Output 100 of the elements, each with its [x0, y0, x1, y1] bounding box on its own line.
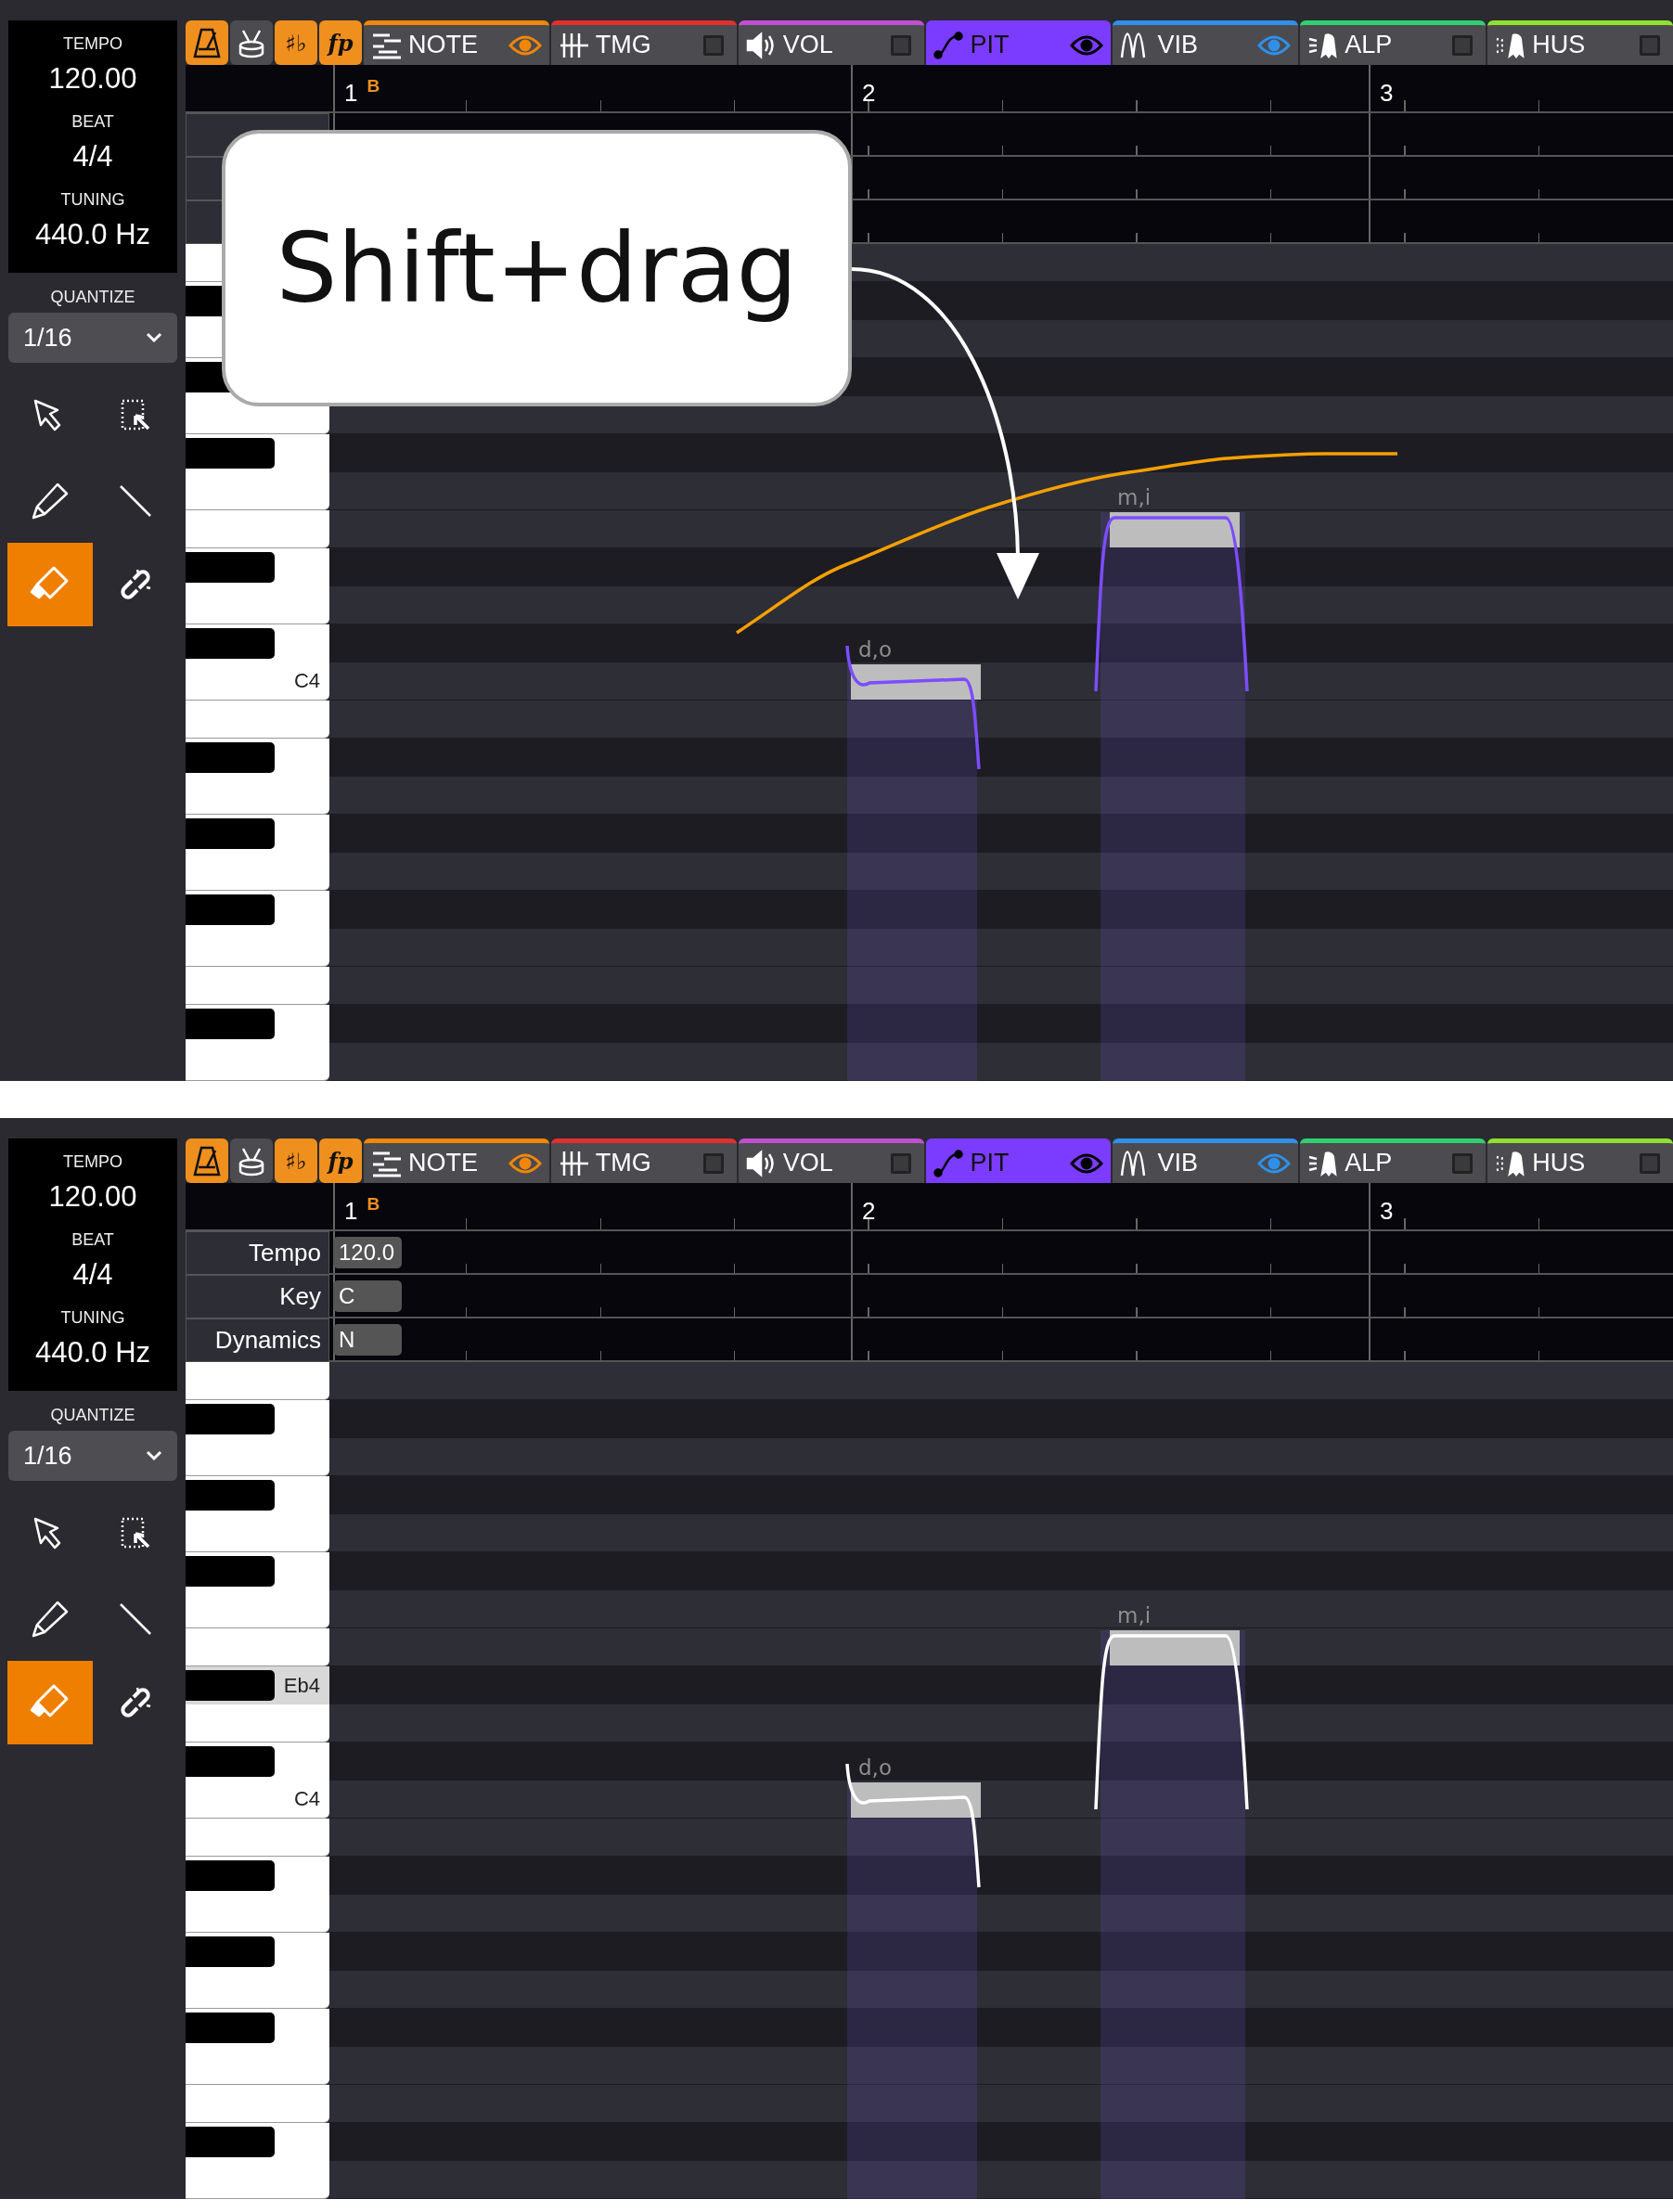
- tab[interactable]: VOL: [738, 20, 924, 65]
- checkbox[interactable]: [890, 34, 911, 56]
- piano-key[interactable]: [186, 739, 329, 777]
- piano-key[interactable]: [186, 891, 329, 929]
- toggle-button[interactable]: [230, 1138, 273, 1183]
- eye-icon[interactable]: [508, 1151, 542, 1175]
- piano-key[interactable]: [186, 1552, 329, 1590]
- eye-icon[interactable]: [1257, 33, 1292, 57]
- toggle-button[interactable]: [186, 20, 228, 65]
- toggle-button[interactable]: [186, 1138, 228, 1183]
- row-header: Key: [186, 1275, 329, 1318]
- key-label: Eb4: [283, 1673, 320, 1698]
- tab[interactable]: TMG: [550, 1138, 737, 1183]
- tuning-label: TUNING: [60, 1307, 125, 1328]
- callout-text: Shift+drag: [276, 212, 798, 325]
- toggle-button[interactable]: [230, 20, 273, 65]
- quantize-dropdown[interactable]: 1/16: [8, 1431, 177, 1481]
- eye-icon[interactable]: [1070, 1151, 1104, 1175]
- tempo-value[interactable]: 120.00: [48, 1180, 137, 1215]
- piano-key[interactable]: [186, 1476, 329, 1514]
- note-lyric: d,o: [858, 637, 892, 662]
- bar-number: 2: [862, 79, 876, 108]
- tempo-label: TEMPO: [63, 1151, 122, 1172]
- piano-key[interactable]: C4: [186, 1781, 329, 1819]
- key-label: C4: [293, 669, 320, 693]
- piano-key[interactable]: [186, 434, 329, 472]
- eye-icon[interactable]: [508, 33, 542, 57]
- toggle-button[interactable]: fp: [319, 1138, 362, 1183]
- tab[interactable]: TMG: [550, 20, 737, 65]
- tab[interactable]: PIT: [925, 1138, 1112, 1183]
- checkbox[interactable]: [702, 34, 724, 56]
- expression-value[interactable]: 120.0: [333, 1236, 402, 1268]
- piano-key[interactable]: [186, 624, 329, 662]
- piano-key[interactable]: [186, 1857, 329, 1895]
- eye-icon[interactable]: [1257, 1151, 1292, 1175]
- piano-key[interactable]: C4: [186, 662, 329, 701]
- bar-number: 1: [344, 79, 358, 108]
- checkbox[interactable]: [1452, 34, 1474, 56]
- metronome-icon: [193, 27, 221, 58]
- tab[interactable]: VIB: [1113, 20, 1299, 65]
- expression-value[interactable]: C: [333, 1280, 402, 1312]
- tab[interactable]: NOTE: [364, 20, 549, 65]
- tab[interactable]: VOL: [738, 1138, 924, 1183]
- bar-number: 2: [862, 1197, 876, 1226]
- piano-key[interactable]: [186, 2009, 329, 2047]
- tab[interactable]: VIB: [1113, 1138, 1299, 1183]
- checkbox[interactable]: [1640, 34, 1660, 56]
- beat-label: BEAT: [71, 1229, 114, 1250]
- timing-icon: [558, 31, 590, 59]
- piano-key[interactable]: [186, 548, 329, 586]
- toggle-button[interactable]: fp: [319, 20, 362, 65]
- piano-key[interactable]: [186, 1005, 329, 1043]
- toggle-button[interactable]: ♯♭: [275, 20, 317, 65]
- bar-marker: B: [367, 76, 380, 96]
- tempo-value[interactable]: 120.00: [48, 62, 137, 96]
- tuning-value[interactable]: 440.0 Hz: [34, 218, 151, 252]
- tab[interactable]: NOTE: [364, 1138, 549, 1183]
- tuning-value[interactable]: 440.0 Hz: [34, 1336, 151, 1370]
- note-lyric: m,i: [1117, 1603, 1152, 1627]
- bar-number: 3: [1380, 1197, 1394, 1226]
- figure-icon: [1307, 1149, 1340, 1177]
- expression-value[interactable]: N: [333, 1323, 402, 1356]
- toggle-button[interactable]: ♯♭: [275, 1138, 317, 1183]
- pencil-icon: [30, 481, 71, 521]
- eye-icon[interactable]: [1070, 33, 1104, 57]
- figure-icon: [1307, 31, 1340, 59]
- chevron-down-icon: [146, 332, 162, 343]
- note-lyric: d,o: [858, 1755, 892, 1780]
- quantize-label: QUANTIZE: [50, 288, 135, 307]
- checkbox[interactable]: [1452, 1152, 1474, 1174]
- timing-icon: [558, 1149, 590, 1177]
- piano-key[interactable]: [186, 1743, 329, 1781]
- beat-value[interactable]: 4/4: [72, 140, 113, 174]
- curve-icon: [933, 31, 965, 59]
- note-lyric: m,i: [1117, 485, 1152, 509]
- tab[interactable]: HUS: [1487, 1138, 1673, 1183]
- pitch-curve[interactable]: [1094, 516, 1249, 692]
- checkbox[interactable]: [1640, 1152, 1660, 1174]
- curve-icon: [933, 1149, 965, 1177]
- quantize-label: QUANTIZE: [50, 1406, 135, 1425]
- quantize-dropdown[interactable]: 1/16: [8, 313, 177, 363]
- checkbox[interactable]: [702, 1152, 724, 1174]
- figure-icon: [1495, 31, 1527, 59]
- tab[interactable]: PIT: [925, 20, 1112, 65]
- bar-marker: B: [367, 1194, 380, 1215]
- piano-key[interactable]: [186, 2123, 329, 2161]
- piano-key[interactable]: [186, 1933, 329, 1971]
- piano-key[interactable]: [186, 1400, 329, 1438]
- metronome-icon: [193, 1145, 221, 1177]
- beat-label: BEAT: [71, 111, 114, 132]
- tab[interactable]: HUS: [1487, 20, 1673, 65]
- tab[interactable]: ALP: [1300, 20, 1486, 65]
- tempo-label: TEMPO: [63, 33, 122, 54]
- piano-key[interactable]: [186, 815, 329, 853]
- checkbox[interactable]: [890, 1152, 911, 1174]
- piano-key[interactable]: Eb4: [186, 1666, 329, 1704]
- tab[interactable]: ALP: [1300, 1138, 1486, 1183]
- row-header: Dynamics: [186, 1318, 329, 1362]
- tuning-label: TUNING: [60, 189, 125, 210]
- beat-value[interactable]: 4/4: [72, 1258, 113, 1292]
